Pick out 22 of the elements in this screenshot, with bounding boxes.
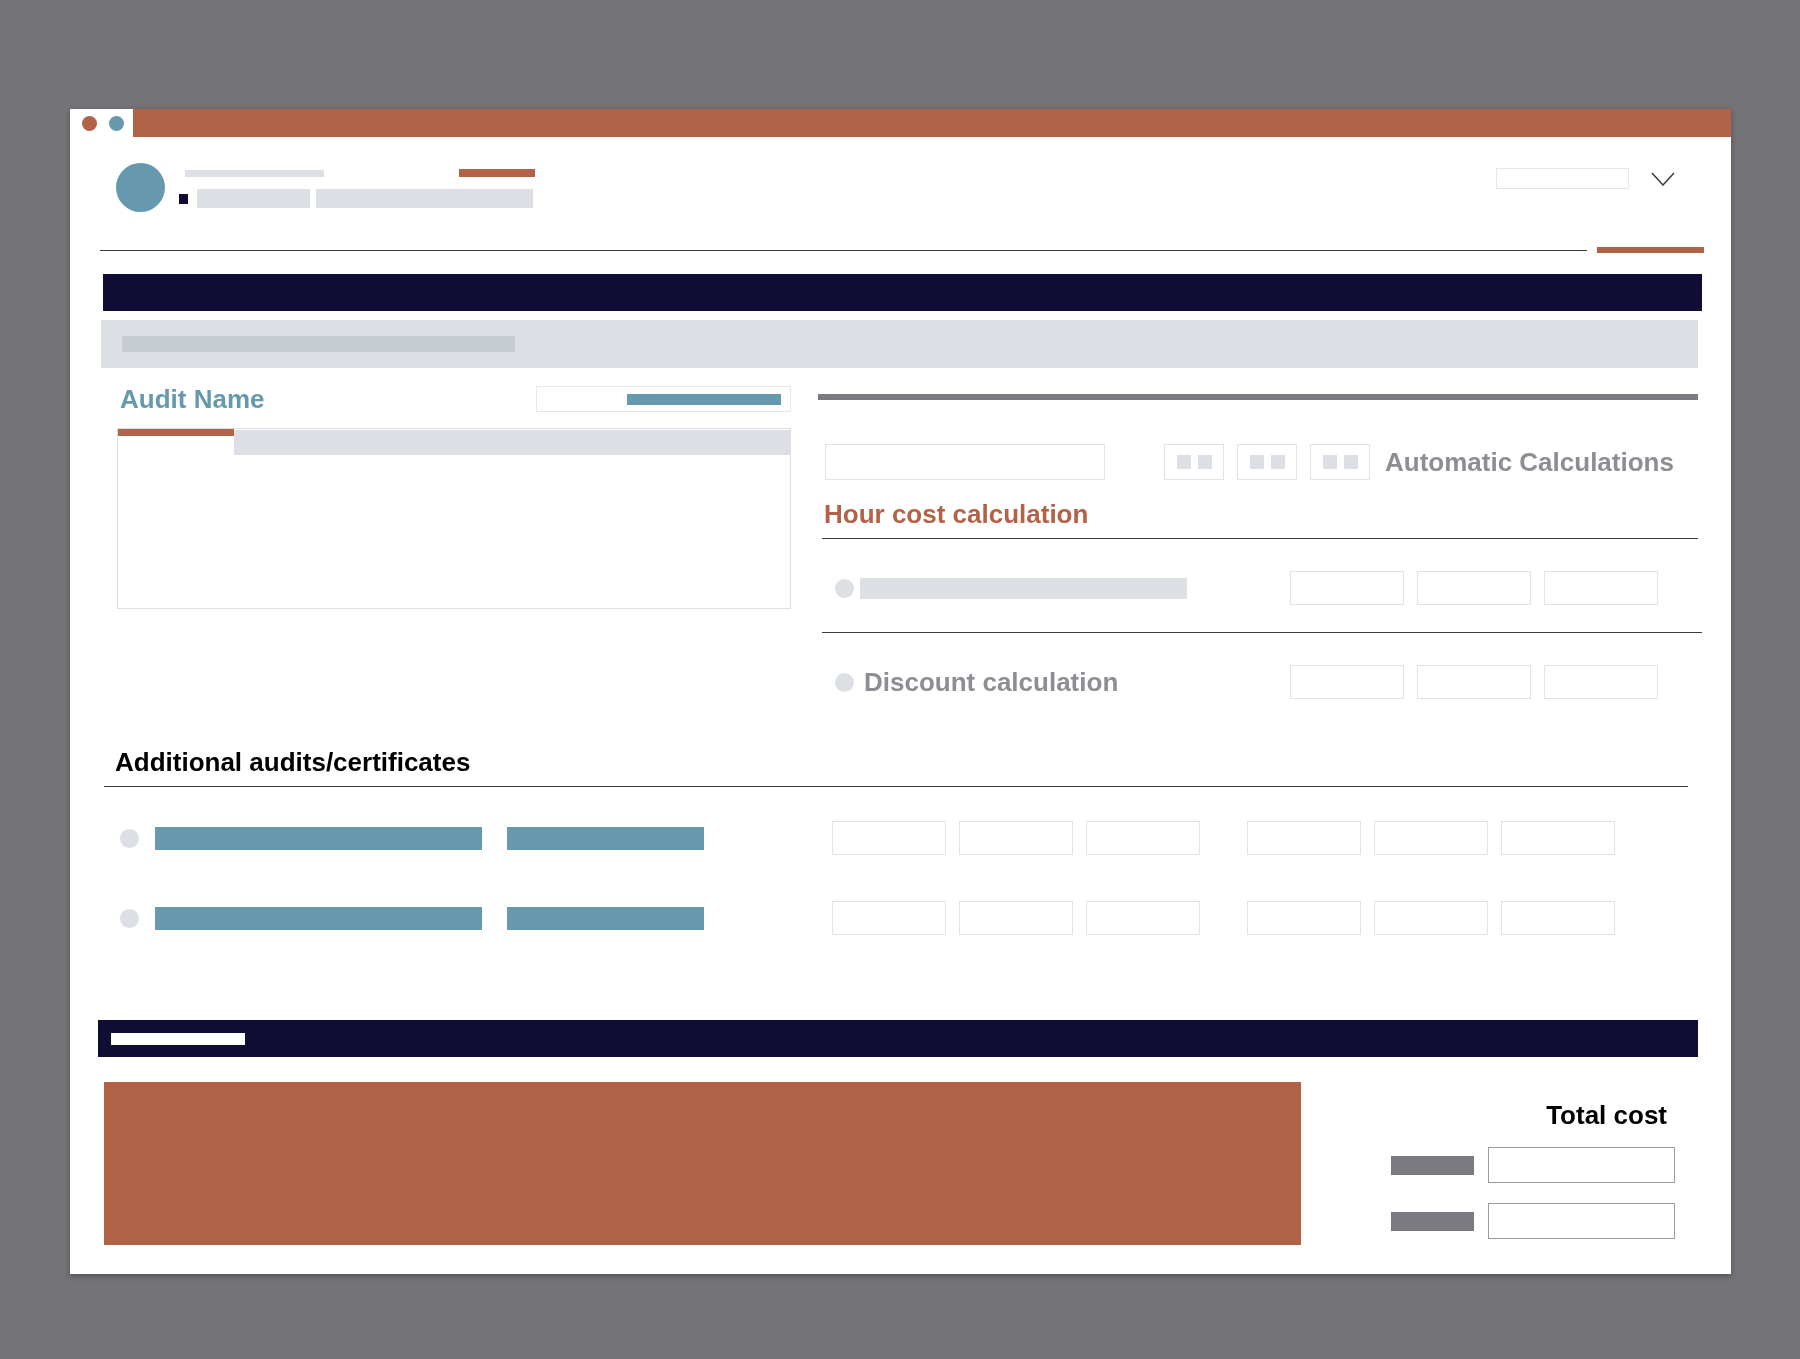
- chevron-icon[interactable]: [1651, 172, 1675, 186]
- radio-button[interactable]: [120, 908, 139, 928]
- square-icon: [179, 193, 188, 204]
- toggle-button[interactable]: [1237, 444, 1297, 480]
- row-label: Discount calculation: [864, 666, 1120, 698]
- automatic-calculations-label: Automatic Calculations: [1385, 446, 1674, 478]
- section-heading: Additional audits/certificates: [115, 746, 472, 778]
- close-icon[interactable]: [82, 115, 97, 131]
- input-field[interactable]: [1488, 1147, 1675, 1183]
- toggle-button[interactable]: [1310, 444, 1370, 480]
- audit-name-label: Audit Name: [120, 383, 265, 415]
- toggle-button[interactable]: [1164, 444, 1224, 480]
- dropdown-field[interactable]: [1496, 168, 1629, 189]
- avatar: [116, 163, 165, 212]
- section-heading: Hour cost calculation: [824, 498, 1090, 530]
- total-cost-label: Total cost: [1546, 1099, 1667, 1131]
- radio-button[interactable]: [835, 578, 854, 598]
- input-field[interactable]: [1488, 1203, 1675, 1239]
- minimize-icon[interactable]: [109, 115, 124, 131]
- text-area[interactable]: [117, 428, 791, 609]
- radio-button[interactable]: [120, 828, 139, 848]
- radio-button[interactable]: [835, 672, 854, 692]
